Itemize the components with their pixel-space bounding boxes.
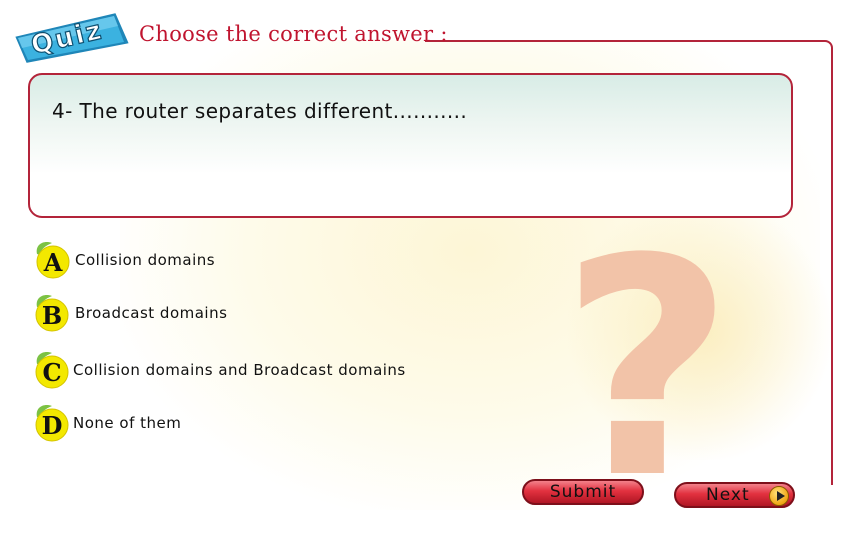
question-panel: 4- The router separates different.......…	[28, 73, 793, 218]
frame-border-top	[425, 40, 825, 42]
play-icon	[769, 486, 789, 506]
submit-button-label: Submit	[549, 482, 617, 502]
svg-text:C: C	[42, 358, 61, 387]
quiz-logo: Quiz	[12, 10, 132, 64]
option-b-badge-icon: B	[35, 295, 69, 332]
question-text: 4- The router separates different.......…	[52, 99, 468, 123]
option-d[interactable]: D None of them	[32, 403, 181, 443]
option-c-label: Collision domains and Broadcast domains	[73, 361, 406, 379]
option-d-badge-icon: D	[35, 405, 69, 442]
option-a-badge-icon: A	[36, 242, 70, 279]
next-button-label: Next	[706, 485, 750, 505]
svg-text:D: D	[42, 411, 63, 440]
option-b-label: Broadcast domains	[75, 304, 228, 322]
option-d-label: None of them	[73, 414, 182, 432]
frame-border-right	[825, 40, 833, 485]
option-a[interactable]: A Collision domains	[32, 240, 215, 280]
option-b[interactable]: B Broadcast domains	[32, 293, 227, 333]
option-a-label: Collision domains	[75, 251, 216, 269]
option-c[interactable]: C Collision domains and Broadcast domain…	[32, 350, 406, 390]
question-mark-icon: ?	[560, 195, 735, 544]
svg-text:A: A	[43, 248, 63, 277]
page-title: Choose the correct answer :	[139, 22, 448, 46]
svg-text:B: B	[42, 301, 62, 330]
next-button[interactable]: Next	[674, 482, 795, 508]
option-c-badge-icon: C	[35, 352, 69, 389]
submit-button[interactable]: Submit	[522, 479, 644, 505]
